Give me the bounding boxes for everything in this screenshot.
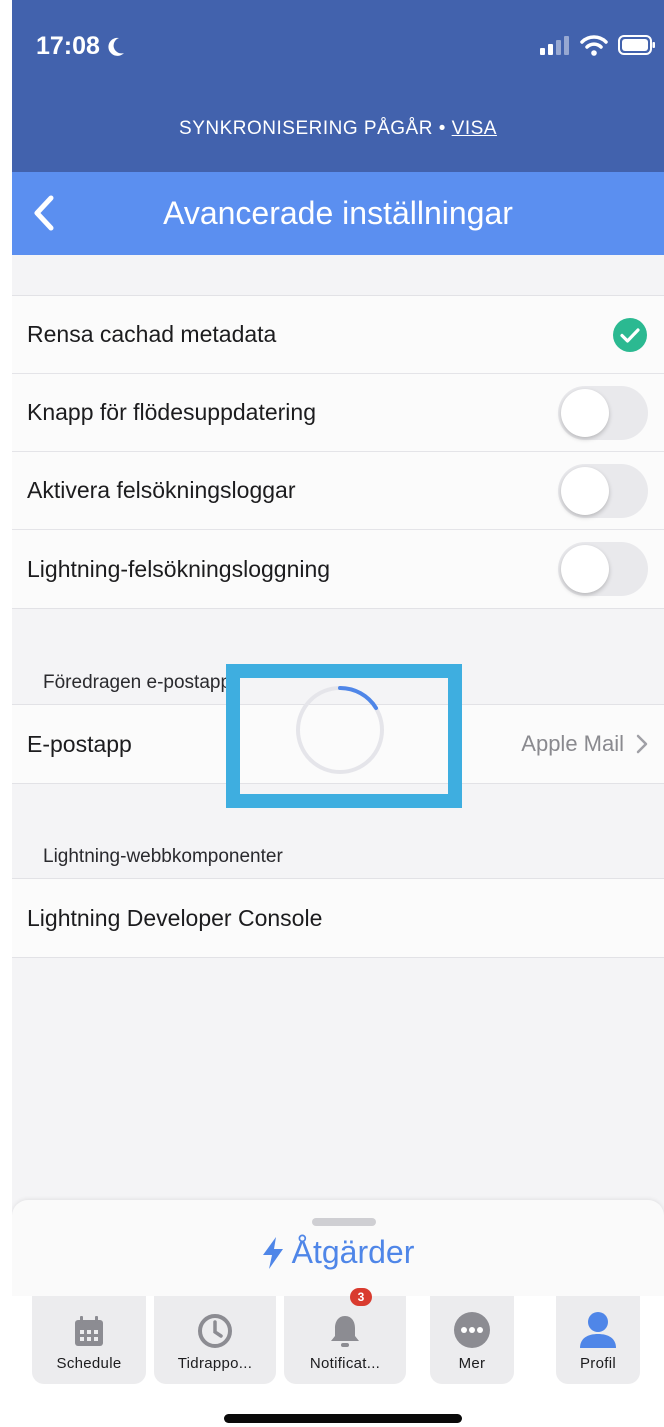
tab-bar: Schedule Tidrappo... 3 Notificat... Mer … (12, 1288, 664, 1427)
tab-profile-label: Profil (580, 1355, 616, 1372)
cellular-signal-icon (540, 36, 569, 55)
actions-button[interactable]: Åtgärder (12, 1234, 664, 1271)
lightning-bolt-icon (262, 1236, 283, 1269)
status-icons (540, 34, 656, 56)
person-icon (580, 1312, 616, 1348)
loading-spinner-icon (296, 685, 384, 774)
bell-icon (331, 1316, 359, 1347)
lightning-debug-toggle[interactable] (558, 542, 648, 596)
chevron-left-icon (34, 195, 54, 231)
feed-refresh-toggle[interactable] (558, 386, 648, 440)
status-time: 17:08 (36, 32, 126, 61)
calendar-icon (75, 1316, 103, 1346)
back-button[interactable] (24, 190, 64, 236)
clock-icon (198, 1314, 232, 1348)
lightning-console-row[interactable]: Lightning Developer Console (12, 879, 664, 957)
check-circle-icon (613, 318, 647, 352)
feed-refresh-label: Knapp för flödesuppdatering (27, 399, 316, 425)
clear-cache-row[interactable]: Rensa cachad metadata (12, 296, 664, 374)
tab-timesheet[interactable]: Tidrappo... (154, 1296, 276, 1384)
settings-list: Rensa cachad metadata Knapp för flödesup… (12, 295, 664, 609)
tab-notifications-label: Notificat... (309, 1355, 381, 1372)
battery-icon (618, 35, 655, 55)
lightning-list: Lightning Developer Console (12, 878, 664, 958)
nav-bar: Avancerade inställningar (12, 172, 664, 255)
notification-badge: 3 (350, 1288, 372, 1306)
tab-timesheet-label: Tidrappo... (177, 1355, 253, 1372)
actions-sheet[interactable]: Åtgärder (12, 1200, 664, 1296)
app-screen: 17:08 SYNKRONISERING PÅGÅR • VISA Avance… (12, 0, 664, 1427)
lightning-section-header: Lightning-webbkomponenter (43, 846, 283, 867)
email-section-header: Föredragen e-postapp (43, 672, 232, 693)
moon-icon (108, 37, 124, 56)
email-app-label: E-postapp (27, 730, 132, 757)
wifi-icon (580, 35, 608, 56)
debug-logs-row: Aktivera felsökningsloggar (12, 452, 664, 530)
lightning-debug-row: Lightning-felsökningsloggning (12, 530, 664, 608)
chevron-right-icon (636, 734, 648, 754)
feed-refresh-row: Knapp för flödesuppdatering (12, 374, 664, 452)
debug-logs-toggle[interactable] (558, 464, 648, 518)
lightning-debug-label: Lightning-felsökningsloggning (27, 555, 331, 582)
page-title: Avancerade inställningar (163, 195, 513, 231)
lightning-console-label: Lightning Developer Console (27, 904, 323, 931)
tab-schedule-label: Schedule (56, 1355, 122, 1372)
clear-cache-label: Rensa cachad metadata (27, 321, 277, 347)
sync-view-link[interactable]: VISA (452, 118, 497, 139)
tab-profile[interactable]: Profil (556, 1296, 640, 1384)
home-indicator (224, 1414, 462, 1423)
tab-more[interactable]: Mer (430, 1296, 514, 1384)
sheet-grabber[interactable] (312, 1218, 376, 1226)
tab-more-label: Mer (458, 1355, 486, 1372)
status-bar: 17:08 SYNKRONISERING PÅGÅR • VISA (12, 0, 664, 172)
more-icon (454, 1312, 490, 1348)
sync-banner: SYNKRONISERING PÅGÅR • VISA (179, 118, 497, 139)
email-app-value: Apple Mail (521, 731, 624, 756)
debug-logs-label: Aktivera felsökningsloggar (27, 477, 296, 503)
tab-schedule[interactable]: Schedule (32, 1296, 146, 1384)
tab-notifications[interactable]: 3 Notificat... (284, 1288, 406, 1384)
